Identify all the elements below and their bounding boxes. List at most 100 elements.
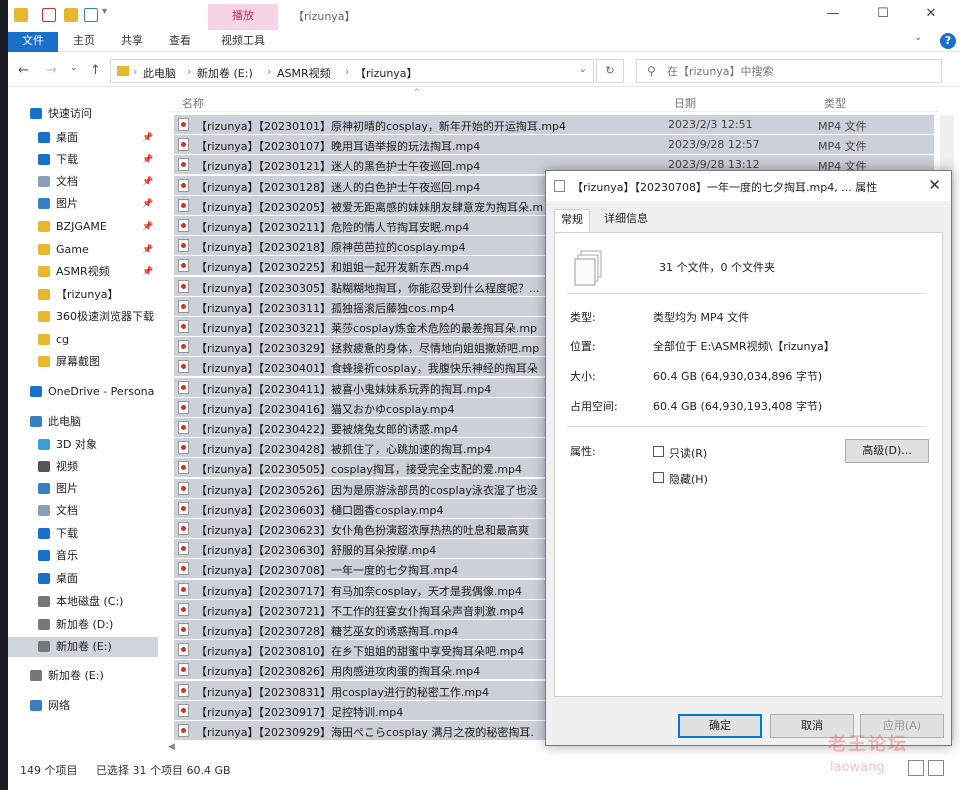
general-panel: 31 个文件，0 个文件夹 类型: 类型均为 MP4 文件 位置: 全部位于 E… [554,232,943,697]
address-dropdown-icon[interactable]: ⌄ [579,64,587,75]
new-folder-icon[interactable] [64,8,78,22]
video-file-icon [178,562,189,576]
back-button[interactable]: ← [18,63,29,78]
nav-item[interactable]: 360极速浏览器下载 [8,307,158,327]
tab-video-tools[interactable]: 视频工具 [212,32,274,52]
file-icon [554,180,565,192]
nav-item[interactable]: 新加卷 (E:) [8,666,158,686]
pin-icon: 📌 [142,245,154,255]
nav-item[interactable]: 屏幕截图 [8,352,158,372]
nav-item[interactable]: 下载 [8,524,158,544]
nav-item-label: ASMR视频 [56,265,110,278]
properties-icon[interactable] [42,8,56,22]
help-icon[interactable]: ? [940,33,956,49]
nav-item-label: 文档 [56,175,78,188]
file-name: 【rizunya】【20230305】黏糊糊地掏耳，你能忍受到什么程度呢？... [196,281,540,295]
video-file-icon [178,441,189,455]
search-box[interactable]: ⚲ [636,59,942,83]
tab-share[interactable]: 共享 [112,32,152,52]
nav-item-label: Game [56,243,89,256]
nav-item[interactable]: 此电脑 [8,412,158,432]
readonly-checkbox[interactable] [653,446,664,457]
ribbon-expand-icon[interactable]: ⌄ [914,32,922,43]
nav-item[interactable]: 图片 [8,479,158,499]
hidden-label[interactable]: 隐藏(H) [669,471,708,487]
nav-item[interactable]: cg [8,330,158,350]
file-name: 【rizunya】【20230225】和姐姐一起开发新东西.mp4 [196,261,470,275]
nav-item[interactable]: 音乐 [8,546,158,566]
advanced-button[interactable]: 高级(D)... [845,439,929,463]
item-count: 149 个项目 [20,764,78,777]
ok-button[interactable]: 确定 [678,714,762,738]
video-file-icon [178,602,189,616]
forward-button[interactable]: → [46,63,57,78]
nav-item[interactable]: 桌面 [8,569,158,589]
folder-icon [14,8,28,22]
quick-access-dropdown-icon[interactable]: ▾ [102,6,107,17]
nav-item[interactable]: 下载 📌 [8,150,158,170]
close-button[interactable]: ✕ [916,5,946,25]
hidden-checkbox[interactable] [653,472,664,483]
tab-view[interactable]: 查看 [160,32,200,52]
nav-item[interactable]: 【rizunya】 [8,285,158,305]
file-name: 【rizunya】【20230311】孤独摇滚后藤独cos.mp4 [196,301,455,315]
readonly-label[interactable]: 只读(R) [669,445,707,461]
nav-item[interactable]: 新加卷 (E:) [8,637,158,657]
maximize-button[interactable]: ☐ [868,5,898,25]
tab-file[interactable]: 文件 [8,32,58,52]
breadcrumb-drive-e[interactable]: 新加卷 (E:) [197,65,253,81]
address-row: ← → ⌄ ↑ › 此电脑 › 新加卷 (E:) › ASMR视频 › 【riz… [8,55,960,87]
file-row[interactable]: 【rizunya】【20230107】晚用耳语举报的玩法掏耳.mp4 2023/9… [174,135,934,155]
tab-details[interactable]: 详细信息 [598,209,654,231]
nav-item[interactable]: 新加卷 (D:) [8,615,158,635]
details-view-icon[interactable] [908,760,924,776]
nav-item[interactable]: 3D 对象 [8,435,158,455]
nav-item-label: 快速访问 [48,107,92,120]
nav-item[interactable]: 快速访问 [8,104,158,124]
address-bar[interactable]: › 此电脑 › 新加卷 (E:) › ASMR视频 › 【rizunya】 ⌄ [110,59,594,83]
tab-home[interactable]: 主页 [64,32,104,52]
breadcrumb-rizunya[interactable]: 【rizunya】 [355,65,418,81]
view-toggle [908,760,948,778]
large-icons-view-icon[interactable] [928,760,944,776]
tab-general[interactable]: 常规 [554,209,590,233]
nav-item[interactable]: BZJGAME 📌 [8,217,158,237]
context-tab-play[interactable]: 播放 [208,4,278,30]
file-name: 【rizunya】【20230831】用cosplay进行的秘密工作.mp4 [196,685,490,699]
column-name[interactable]: 名称 [182,95,204,111]
pictures-icon [38,483,50,494]
nav-item[interactable]: 桌面 📌 [8,128,158,148]
search-input[interactable] [667,63,927,79]
dialog-close-button[interactable]: ✕ [928,176,941,194]
minimize-button[interactable]: — [818,5,848,25]
nav-item-label: 本地磁盘 (C:) [56,595,124,608]
file-explorer-window: ▾ 播放 【rizunya】 — ☐ ✕ 文件 主页 共享 查看 视频工具 ⌄ … [8,0,960,790]
nav-item[interactable]: 网络 [8,696,158,716]
folder-icon [38,311,50,322]
nav-item-label: 图片 [56,197,78,210]
nav-item[interactable]: 图片 📌 [8,194,158,214]
folder-icon [117,66,129,76]
refresh-button[interactable]: ↻ [596,59,624,83]
rename-icon[interactable] [84,8,98,22]
nav-item[interactable]: 视频 [8,457,158,477]
disk-size-value: 60.4 GB (64,930,193,408 字节) [653,400,823,413]
column-type[interactable]: 类型 [824,95,846,111]
breadcrumb-this-pc[interactable]: 此电脑 [143,65,176,81]
video-file-icon [178,522,189,535]
nav-item[interactable]: ASMR视频 📌 [8,262,158,282]
nav-item[interactable]: 文档 📌 [8,172,158,192]
scroll-left-icon[interactable]: ◀ [168,742,175,752]
column-date[interactable]: 日期 [674,95,696,111]
nav-item[interactable]: Game 📌 [8,240,158,260]
nav-item[interactable]: 本地磁盘 (C:) [8,592,158,612]
file-row[interactable]: 【rizunya】【20230101】原神初晴的cosplay，新年开始的开运掏… [174,115,934,134]
video-file-icon [178,421,189,434]
nav-item[interactable]: OneDrive - Persona [8,382,158,402]
nav-item[interactable]: 文档 [8,501,158,521]
recent-dropdown-icon[interactable]: ⌄ [70,63,78,73]
breadcrumb-asmr[interactable]: ASMR视频 [277,65,331,81]
file-name: 【rizunya】【20230416】猫又おかゆcosplay.mp4 [196,402,455,416]
drive-icon [38,641,50,652]
up-button[interactable]: ↑ [90,63,101,78]
